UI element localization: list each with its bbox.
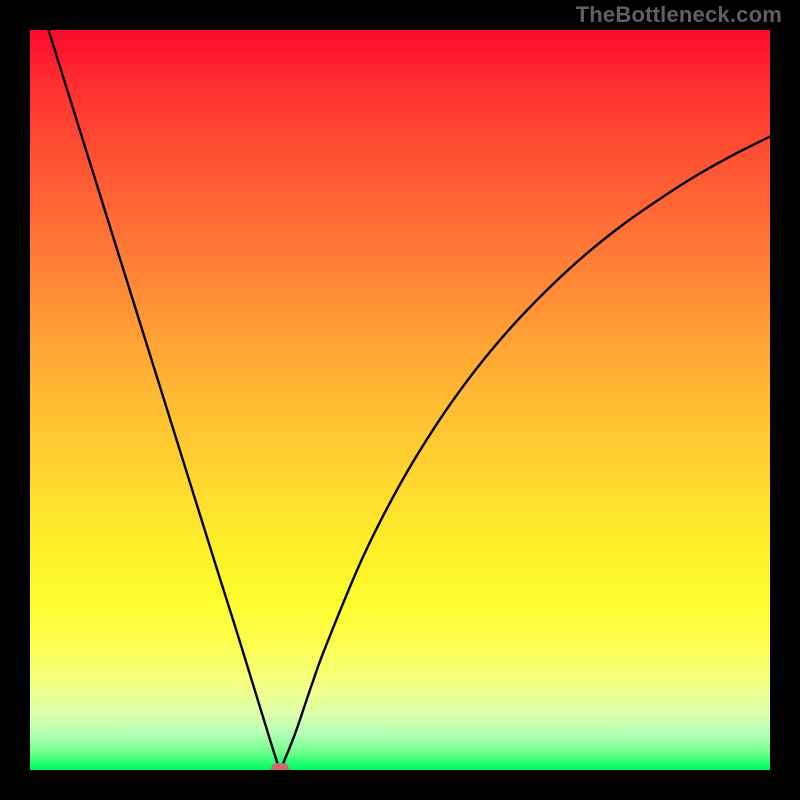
chart-frame: TheBottleneck.com: [0, 0, 800, 800]
curve-svg: [30, 30, 770, 770]
plot-area: [30, 30, 770, 770]
watermark-text: TheBottleneck.com: [576, 2, 782, 28]
minimum-marker: [271, 763, 289, 770]
bottleneck-curve-path: [30, 30, 770, 769]
